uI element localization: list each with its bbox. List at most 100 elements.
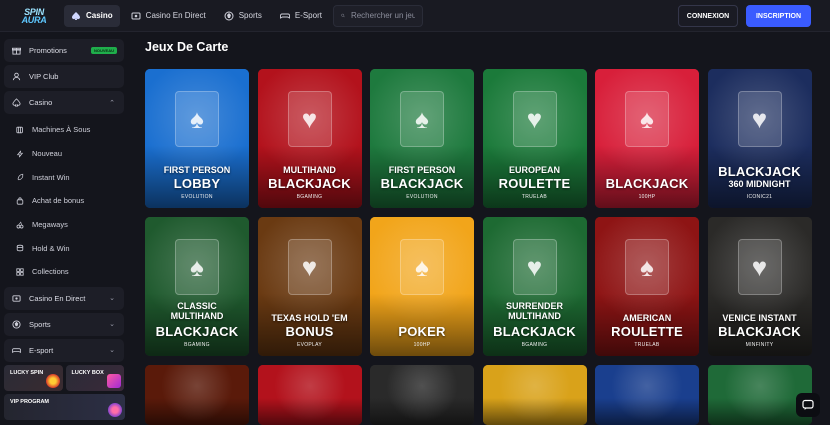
sidebar-item-casino-live[interactable]: Casino En Direct ⌄ <box>4 287 124 310</box>
nav-esport[interactable]: E-Sport <box>273 5 329 27</box>
game-thumbnail <box>370 365 474 425</box>
game-title-line1: CLASSIC MULTIHAND <box>170 301 224 321</box>
card-suit-icon: ♠ <box>625 91 669 147</box>
login-button[interactable]: CONNEXION <box>678 5 738 27</box>
chat-button[interactable] <box>796 393 820 417</box>
game-card[interactable]: ♠ POKER 100HP <box>370 217 474 356</box>
game-title-line1: FIRST PERSON <box>163 165 231 175</box>
sidebar-item-sports[interactable]: Sports ⌄ <box>4 313 124 336</box>
search-box[interactable] <box>332 4 423 27</box>
card-suit-icon: ♠ <box>400 239 444 295</box>
sidebar-item-label: Promotions <box>29 46 67 55</box>
game-title-line1: TEXAS HOLD 'EM <box>271 313 348 323</box>
game-title-line1: FIRST PERSON <box>388 165 456 175</box>
card-suit-icon: ♥ <box>287 239 332 295</box>
game-card[interactable] <box>482 365 587 425</box>
card-suit-icon: ♠ <box>400 91 444 147</box>
sidebar-item-promotions[interactable]: Promotions NOUVEAU <box>4 39 124 62</box>
sidebar-item-bonus-buy[interactable]: Achat de bonus <box>4 189 124 213</box>
nav-sports-label: Sports <box>238 11 262 20</box>
sidebar-item-esport[interactable]: E-sport ⌄ <box>4 339 124 362</box>
chevron-up-icon[interactable]: ⌃ <box>109 99 115 107</box>
game-title-line1: SURRENDER MULTIHAND <box>505 301 563 321</box>
vip-program-banner[interactable]: VIP PROGRAM <box>4 393 125 420</box>
nav-sports[interactable]: Sports <box>217 5 269 27</box>
gift-icon <box>12 47 21 55</box>
game-card[interactable]: ♠ BLACKJACK 100HP <box>595 69 699 208</box>
gift-box-icon <box>107 373 121 388</box>
card-suit-icon: ♠ <box>625 239 669 295</box>
slot-machine-icon <box>16 126 23 134</box>
nav-casino-label: Casino <box>86 11 113 20</box>
game-card[interactable]: ♠ FIRST PERSON BLACKJACK EVOLUTION <box>370 69 474 208</box>
card-suit-icon: ♥ <box>512 239 557 295</box>
game-provider: MINFINITY <box>745 342 774 348</box>
game-card[interactable]: ♠ CLASSIC MULTIHAND BLACKJACK BGAMING <box>145 217 249 356</box>
game-card[interactable]: ♥ TEXAS HOLD 'EM BONUS EVOPLAY <box>257 217 362 356</box>
vip-program-label: VIP PROGRAM <box>10 398 50 405</box>
spade-icon <box>72 11 80 20</box>
main-content: Jeux De Carte ♠ FIRST PERSON LOBBY EVOLUTIO… <box>128 33 830 425</box>
ball-icon <box>224 11 234 20</box>
game-card[interactable]: ♥ EUROPEAN ROULETTE TRUELAB <box>482 69 587 208</box>
game-provider: 100HP <box>638 194 656 200</box>
game-card[interactable]: ♠ AMERICAN ROULETTE TRUELAB <box>595 217 699 356</box>
dealer-icon <box>131 12 141 19</box>
game-title-line1: EUROPEAN <box>508 165 560 175</box>
lucky-spin-banner[interactable]: LUCKY SPIN <box>4 364 63 391</box>
game-card[interactable]: ♥ SURRENDER MULTIHAND BLACKJACK BGAMING <box>482 217 587 356</box>
sidebar-item-label: VIP Club <box>29 72 59 81</box>
nav-esport-label: E-Sport <box>294 11 322 20</box>
site-logo[interactable]: SPIN AURA <box>8 5 60 27</box>
card-suit-icon: ♥ <box>512 91 557 147</box>
game-card[interactable] <box>595 365 699 425</box>
game-card[interactable] <box>145 365 249 425</box>
nav-casino[interactable]: Casino <box>64 4 120 27</box>
game-title-line2: LOBBY <box>173 176 221 191</box>
lucky-box-label: LUCKY BOX <box>71 369 104 376</box>
sidebar-item-slots[interactable]: Machines À Sous <box>4 118 124 142</box>
game-title-line1: VENICE INSTANT <box>722 313 797 323</box>
sidebar-item-label: Nouveau <box>32 149 63 159</box>
game-card[interactable] <box>257 365 362 425</box>
lucky-box-banner[interactable]: LUCKY BOX <box>65 364 124 391</box>
chevron-down-icon[interactable]: ⌄ <box>109 346 115 354</box>
rocket-icon <box>17 174 24 181</box>
sidebar-item-megaways[interactable]: Megaways <box>4 213 124 237</box>
game-card[interactable]: ♥ VENICE INSTANT BLACKJACK MINFINITY <box>707 217 812 356</box>
game-provider: EVOPLAY <box>296 342 323 348</box>
chat-icon <box>802 399 814 410</box>
game-title-line2: BLACKJACK <box>718 324 801 339</box>
game-provider: BGAMING <box>184 342 210 348</box>
signup-button[interactable]: INSCRIPTION <box>746 5 811 27</box>
lucky-spin-label: LUCKY SPIN <box>10 369 44 376</box>
sidebar-item-instant-win[interactable]: Instant Win <box>4 165 124 189</box>
game-provider: TRUELAB <box>521 194 548 200</box>
card-suit-icon: ♠ <box>175 91 219 147</box>
sidebar-item-casino[interactable]: Casino ⌃ <box>4 91 124 114</box>
chevron-down-icon[interactable]: ⌄ <box>109 294 115 302</box>
game-card[interactable]: ♠ FIRST PERSON LOBBY EVOLUTION <box>145 69 249 208</box>
game-thumbnail <box>595 365 699 425</box>
bag-icon <box>16 197 24 205</box>
coins-icon <box>16 245 24 252</box>
chevron-down-icon[interactable]: ⌄ <box>109 320 115 328</box>
game-card[interactable]: ♥ MULTIHAND BLACKJACK BGAMING <box>257 69 362 208</box>
sidebar-group-promotions: Promotions NOUVEAU <box>4 39 124 62</box>
sidebar-group-vip: VIP Club <box>4 65 124 88</box>
sidebar-item-new[interactable]: Nouveau <box>4 142 124 166</box>
game-title-line2: BLACKJACK <box>268 176 351 191</box>
sidebar-item-collections[interactable]: Collections <box>4 260 124 284</box>
game-card[interactable] <box>370 365 474 425</box>
game-thumbnail <box>145 365 249 425</box>
nav-casino-live[interactable]: Casino En Direct <box>124 5 213 27</box>
sidebar-item-vip-club[interactable]: VIP Club <box>4 65 124 88</box>
game-card[interactable]: ♥ BLACKJACK 360 MIDNIGHT ICONIC21 <box>707 69 812 208</box>
sidebar-item-hold-win[interactable]: Hold & Win <box>4 236 124 260</box>
main-nav: Casino Casino En Direct Sports E-Sport <box>64 4 329 27</box>
search-input[interactable] <box>350 11 415 20</box>
lightning-icon <box>16 150 24 157</box>
new-badge: NOUVEAU <box>90 47 117 54</box>
sidebar-item-label: Achat de bonus <box>32 196 85 206</box>
sidebar-group-sports: Sports ⌄ <box>4 312 124 336</box>
